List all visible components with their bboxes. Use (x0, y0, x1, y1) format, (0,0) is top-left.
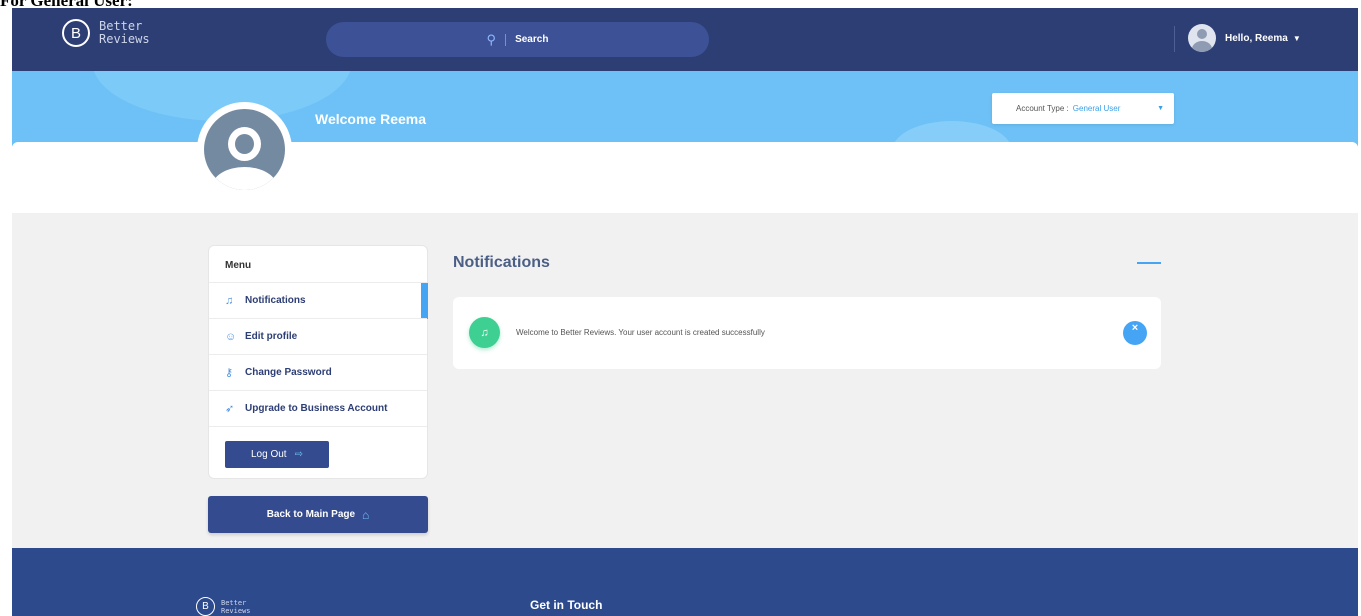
document-caption: For General User: (0, 0, 133, 8)
header-divider (1174, 26, 1175, 52)
brand-logo[interactable]: B Better Reviews (62, 19, 150, 47)
caret-down-icon: ▼ (1292, 33, 1301, 43)
user-avatar (1188, 24, 1216, 52)
logo-b-icon: B (196, 597, 215, 616)
logout-label: Log Out (251, 449, 287, 460)
sidebar-item-edit-profile[interactable]: ☺ Edit profile (209, 318, 427, 354)
account-type-label: Account Type : (1016, 104, 1069, 113)
rocket-icon: ➶ (225, 403, 235, 415)
logo-b-icon: B (62, 19, 90, 47)
search-bar[interactable]: ⚲ Search (326, 22, 709, 57)
caret-down-icon: ▼ (1157, 105, 1164, 112)
collapse-toggle[interactable] (1137, 262, 1161, 264)
sidebar-item-notifications[interactable]: ♫ Notifications (209, 282, 428, 319)
home-icon: ⌂ (362, 507, 370, 522)
top-navbar: B Better Reviews ⚲ Search Hello, Reema ▼ (12, 8, 1358, 71)
app-screen: B Better Reviews ⚲ Search Hello, Reema ▼… (12, 8, 1358, 616)
back-button-label: Back to Main Page (266, 509, 356, 520)
logo-text: Better Reviews (99, 20, 150, 46)
search-label: Search (515, 34, 549, 45)
sidebar-item-label: Edit profile (245, 331, 298, 342)
sign-out-icon: ⇨ (294, 449, 303, 460)
profile-avatar (197, 102, 292, 197)
notification-message: Welcome to Better Reviews. Your user acc… (516, 328, 765, 337)
key-icon: ⚷ (225, 367, 234, 379)
search-icon: ⚲ (486, 31, 497, 47)
bell-icon: ♫ (225, 294, 234, 307)
logo-line-2: Reviews (221, 606, 251, 615)
menu-title: Menu (225, 260, 252, 271)
user-greeting: Hello, Reema (1225, 32, 1288, 44)
bell-icon: ♫ (469, 317, 500, 348)
logo-line-2: Reviews (99, 32, 150, 46)
logout-button[interactable]: Log Out ⇨ (225, 441, 329, 468)
back-to-main-button[interactable]: Back to Main Page ⌂ (208, 496, 428, 533)
sidebar-item-label: Change Password (245, 367, 332, 378)
sidebar-menu: Menu ♫ Notifications ☺ Edit profile ⚷ Ch… (208, 245, 428, 479)
menu-divider (209, 426, 427, 427)
logo-line-1: Better (221, 598, 247, 607)
notifications-title: Notifications (453, 254, 550, 271)
footer: B Better Reviews Get in Touch (12, 548, 1358, 616)
user-edit-icon: ☺ (225, 330, 237, 343)
welcome-heading: Welcome Reema (315, 111, 427, 127)
sidebar-item-label: Notifications (245, 295, 306, 306)
sidebar-item-change-password[interactable]: ⚷ Change Password (209, 354, 427, 390)
footer-heading: Get in Touch (530, 598, 603, 612)
close-icon[interactable]: × (1123, 321, 1147, 345)
search-separator (505, 33, 507, 46)
sidebar-item-label: Upgrade to Business Account (245, 403, 388, 414)
footer-logo-text: Better Reviews (221, 599, 251, 615)
footer-logo[interactable]: B Better Reviews (196, 597, 251, 616)
account-type-value: General User (1072, 104, 1121, 113)
sidebar-item-upgrade-business[interactable]: ➶ Upgrade to Business Account (209, 390, 427, 426)
account-type-select[interactable]: Account Type : General User ▼ (992, 93, 1174, 124)
avatar-placeholder-icon (204, 109, 285, 190)
notification-item: ♫ Welcome to Better Reviews. Your user a… (453, 297, 1161, 369)
user-menu-dropdown[interactable]: Hello, Reema ▼ (1188, 24, 1301, 52)
